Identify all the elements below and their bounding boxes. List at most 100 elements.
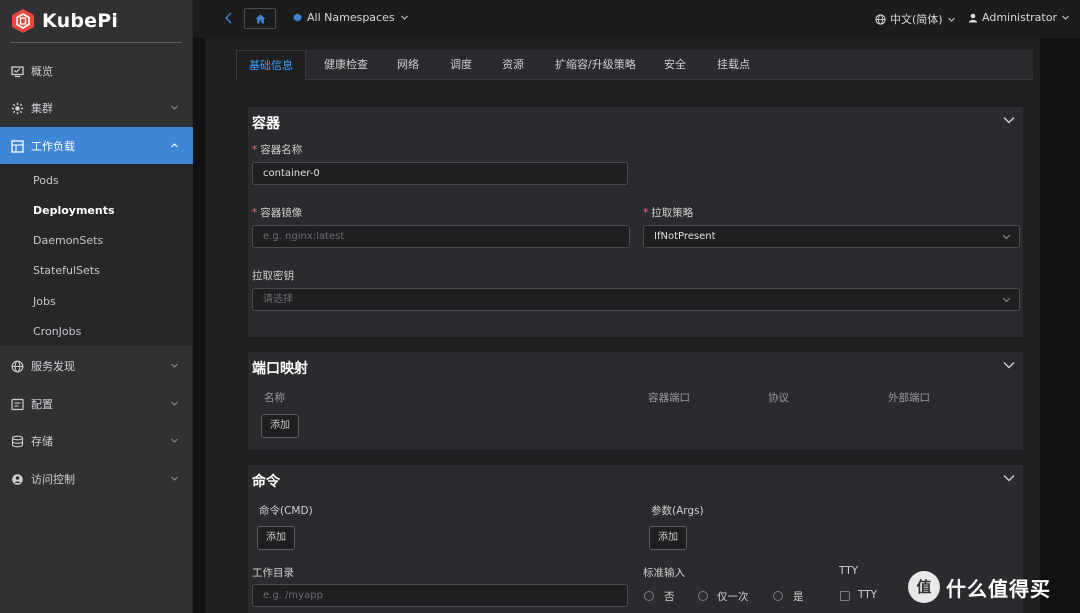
container-name-label: * 容器名称 [252, 142, 302, 157]
label-text: 容器名称 [260, 144, 303, 156]
submenu-item-jobs[interactable]: Jobs [33, 295, 56, 308]
label-text: 容器镜像 [260, 207, 303, 219]
form-tabs: 基础信息 健康检查 网络 调度 资源 扩缩容/升级策略 安全 挂载点 [236, 50, 1033, 81]
chevron-down-icon [400, 15, 408, 20]
stdin-option-once[interactable]: 仅一次 [717, 589, 749, 604]
sidebar-item-label: 存储 [31, 435, 53, 448]
chevron-down-icon [1002, 297, 1011, 303]
chevron-down-icon [1002, 234, 1011, 240]
submenu-item-deployments[interactable]: Deployments [33, 204, 115, 217]
chevron-down-icon [171, 401, 178, 406]
user-menu[interactable]: Administrator [968, 11, 1070, 24]
add-port-button[interactable]: 添加 [261, 414, 299, 438]
home-button[interactable] [244, 8, 276, 29]
chevron-down-icon [1062, 15, 1069, 20]
tab-resources[interactable]: 资源 [502, 50, 524, 80]
watermark-text: 什么值得买 [946, 576, 1051, 601]
chevron-down-icon [171, 363, 178, 368]
column-header-external-port: 外部端口 [888, 392, 930, 404]
column-header-protocol: 协议 [768, 392, 789, 404]
sidebar-item-label: 集群 [31, 102, 53, 115]
access-icon [12, 473, 23, 485]
select-value: IfNotPresent [654, 231, 716, 242]
sidebar-item-label: 工作负载 [31, 140, 75, 153]
select-placeholder: 请选择 [263, 294, 293, 305]
section-title: 命令 [252, 474, 280, 490]
sidebar-item-label: 配置 [31, 398, 53, 411]
tab-security[interactable]: 安全 [664, 50, 686, 80]
container-section: 容器 * 容器名称 container-0 * 容器镜像 e.g. nginx:la… [248, 107, 1023, 337]
tty-checkbox[interactable] [840, 591, 850, 601]
container-name-input[interactable]: container-0 [252, 162, 628, 185]
stdin-radio-once[interactable] [698, 591, 708, 601]
sidebar-item-access-control[interactable]: 访问控制 [0, 460, 193, 498]
chevron-down-icon[interactable] [1003, 116, 1015, 124]
user-name: Administrator [982, 11, 1057, 24]
sidebar-item-storage[interactable]: 存储 [0, 422, 193, 460]
submenu-item-pods[interactable]: Pods [33, 174, 59, 187]
app-name: KubePi [42, 10, 119, 32]
label-text: 拉取策略 [651, 207, 694, 219]
submenu-item-cronjobs[interactable]: CronJobs [33, 325, 81, 338]
workdir-label: 工作目录 [252, 567, 294, 579]
tty-option[interactable]: TTY [858, 589, 877, 601]
app-logo[interactable]: KubePi [10, 6, 118, 36]
user-icon [968, 13, 978, 22]
stdin-option-yes[interactable]: 是 [793, 589, 804, 604]
globe-icon [11, 360, 24, 372]
required-mark: * [252, 207, 258, 219]
sidebar-item-clusters[interactable]: 集群 [0, 89, 193, 127]
sidebar-item-service-discovery[interactable]: 服务发现 [0, 347, 193, 385]
chevron-down-icon[interactable] [1003, 361, 1015, 369]
sidebar-item-label: 访问控制 [31, 473, 75, 486]
chevron-down-icon [171, 105, 178, 110]
stdin-label: 标准输入 [643, 567, 685, 579]
container-image-input[interactable]: e.g. nginx:latest [252, 225, 630, 248]
config-icon [11, 398, 24, 410]
stdin-radio-yes[interactable] [773, 591, 783, 601]
logo-divider [10, 42, 182, 43]
workdir-input[interactable]: e.g. /myapp [252, 584, 628, 607]
stdin-radio-no[interactable] [644, 591, 654, 601]
chevron-up-icon [171, 143, 178, 148]
submenu-item-statefulsets[interactable]: StatefulSets [33, 264, 100, 277]
sidebar: KubePi 概览 集群 工作负载 Pods Deployments Daemo… [0, 0, 193, 613]
args-label: 参数(Args) [651, 505, 704, 517]
tab-basic-info[interactable]: 基础信息 [236, 50, 306, 81]
namespace-selector[interactable]: All Namespaces [293, 11, 409, 24]
chevron-down-icon [171, 438, 178, 443]
add-args-button[interactable]: 添加 [649, 526, 687, 550]
tab-health-check[interactable]: 健康检查 [324, 50, 368, 80]
stdin-option-no[interactable]: 否 [664, 589, 675, 604]
section-title: 端口映射 [252, 361, 308, 377]
chevron-down-icon[interactable] [1003, 474, 1015, 482]
command-section: 命令 命令(CMD) 添加 参数(Args) 添加 工作目录 e.g. /mya… [248, 465, 1023, 613]
sidebar-item-label: 概览 [31, 65, 53, 78]
watermark-logo-icon: 值 [908, 571, 940, 603]
chevron-down-icon [171, 476, 178, 481]
pull-secret-select[interactable]: 请选择 [252, 288, 1020, 311]
pull-policy-select[interactable]: IfNotPresent [643, 225, 1020, 248]
monitor-icon [11, 65, 24, 77]
submenu-item-daemonsets[interactable]: DaemonSets [33, 234, 103, 247]
chevron-left-icon[interactable] [223, 11, 235, 25]
watermark: 值 什么值得买 [908, 571, 1051, 603]
namespace-label: All Namespaces [307, 11, 395, 24]
required-mark: * [643, 207, 649, 219]
pull-policy-label: * 拉取策略 [643, 205, 693, 220]
workloads-submenu: Pods Deployments DaemonSets StatefulSets… [0, 164, 193, 346]
tab-scheduling[interactable]: 调度 [450, 50, 472, 80]
home-icon [255, 14, 265, 23]
tab-network[interactable]: 网络 [397, 50, 419, 80]
workload-icon [11, 139, 24, 153]
tty-label: TTY [839, 565, 859, 577]
language-label: 中文(简体) [890, 13, 943, 26]
sidebar-item-config[interactable]: 配置 [0, 385, 193, 423]
language-selector[interactable]: 中文(简体) [875, 11, 956, 27]
add-cmd-button[interactable]: 添加 [257, 526, 295, 550]
sidebar-item-overview[interactable]: 概览 [0, 52, 193, 90]
cmd-label: 命令(CMD) [259, 505, 313, 517]
tab-mounts[interactable]: 挂载点 [717, 50, 750, 80]
sidebar-item-workloads[interactable]: 工作负载 [0, 127, 193, 165]
tab-scaling-strategy[interactable]: 扩缩容/升级策略 [555, 50, 636, 80]
